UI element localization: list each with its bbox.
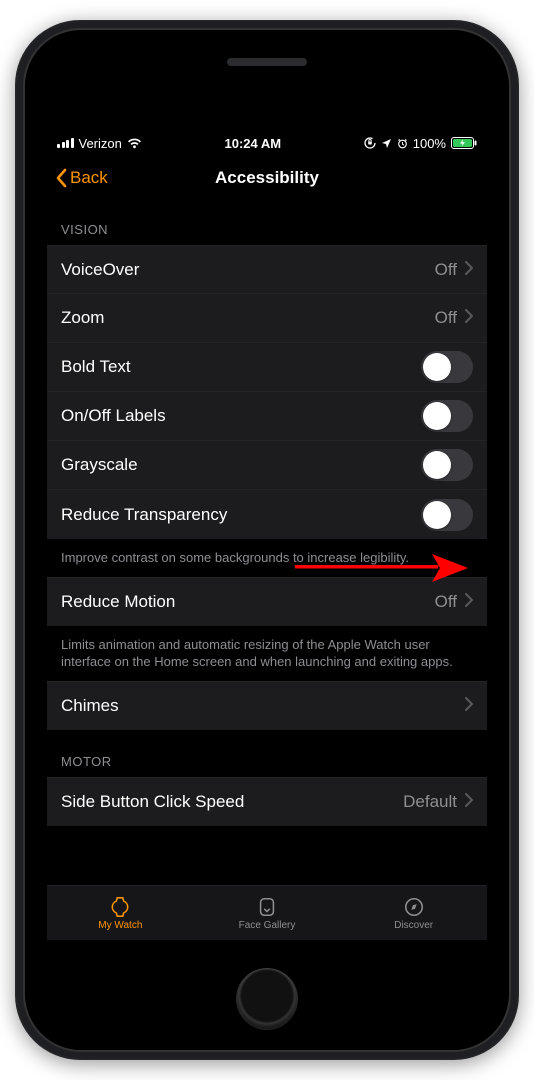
motion-footer: Limits animation and automatic resizing … [47, 628, 487, 681]
section-header-vision: VISION [47, 200, 487, 245]
row-label: VoiceOver [61, 260, 139, 280]
tab-label: My Watch [98, 920, 142, 931]
content-scrollview[interactable]: VISION VoiceOver Off Zoom [47, 200, 487, 885]
location-icon [381, 138, 392, 149]
watch-icon [108, 896, 132, 918]
face-gallery-icon [255, 896, 279, 918]
phone-body: Verizon 10:24 AM 100% [23, 28, 511, 1052]
row-label: Chimes [61, 696, 119, 716]
row-value: Off [435, 592, 457, 612]
vision-footer: Improve contrast on some backgrounds to … [47, 541, 487, 577]
chevron-right-icon [465, 696, 473, 716]
screen: Verizon 10:24 AM 100% [47, 130, 487, 940]
orientation-lock-icon [364, 137, 376, 149]
home-button[interactable] [236, 968, 298, 1030]
reduce-transparency-row: Reduce Transparency [47, 490, 487, 539]
voiceover-row[interactable]: VoiceOver Off [47, 245, 487, 294]
motor-group: Side Button Click Speed Default [47, 777, 487, 826]
chevron-left-icon [55, 168, 67, 188]
battery-icon [451, 137, 477, 149]
reduce-motion-row[interactable]: Reduce Motion Off [47, 577, 487, 626]
signal-icon [57, 138, 74, 148]
tab-label: Face Gallery [239, 920, 296, 931]
chevron-right-icon [465, 308, 473, 328]
onoff-labels-toggle[interactable] [421, 400, 473, 432]
page-title: Accessibility [215, 168, 319, 188]
row-label: Reduce Motion [61, 592, 175, 612]
side-button-row[interactable]: Side Button Click Speed Default [47, 777, 487, 826]
grayscale-toggle[interactable] [421, 449, 473, 481]
phone-speaker [227, 58, 307, 66]
tab-my-watch[interactable]: My Watch [47, 886, 194, 940]
status-bar: Verizon 10:24 AM 100% [47, 130, 487, 156]
reduce-transparency-toggle[interactable] [421, 499, 473, 531]
nav-bar: Back Accessibility [47, 156, 487, 200]
row-label: Grayscale [61, 455, 138, 475]
bold-text-row: Bold Text [47, 343, 487, 392]
tab-discover[interactable]: Discover [340, 886, 487, 940]
chimes-group: Chimes [47, 681, 487, 730]
row-label: Side Button Click Speed [61, 792, 244, 812]
carrier-label: Verizon [79, 136, 122, 151]
grayscale-row: Grayscale [47, 441, 487, 490]
onoff-labels-row: On/Off Labels [47, 392, 487, 441]
row-value: Off [435, 308, 457, 328]
row-label: On/Off Labels [61, 406, 166, 426]
phone-frame: Verizon 10:24 AM 100% [15, 20, 519, 1060]
row-value: Off [435, 260, 457, 280]
tab-bar: My Watch Face Gallery Discover [47, 885, 487, 940]
chimes-row[interactable]: Chimes [47, 681, 487, 730]
wifi-icon [127, 138, 142, 149]
back-button[interactable]: Back [55, 168, 108, 188]
row-label: Bold Text [61, 357, 131, 377]
alarm-icon [397, 138, 408, 149]
chevron-right-icon [465, 592, 473, 612]
row-label: Zoom [61, 308, 104, 328]
clock: 10:24 AM [225, 136, 282, 151]
back-label: Back [70, 168, 108, 188]
section-header-motor: MOTOR [47, 732, 487, 777]
row-value: Default [403, 792, 457, 812]
compass-icon [402, 896, 426, 918]
chevron-right-icon [465, 792, 473, 812]
zoom-row[interactable]: Zoom Off [47, 294, 487, 343]
row-label: Reduce Transparency [61, 505, 227, 525]
chevron-right-icon [465, 260, 473, 280]
vision-group: VoiceOver Off Zoom Off [47, 245, 487, 539]
bold-text-toggle[interactable] [421, 351, 473, 383]
tab-label: Discover [394, 920, 433, 931]
tab-face-gallery[interactable]: Face Gallery [194, 886, 341, 940]
battery-label: 100% [413, 136, 446, 151]
motion-group: Reduce Motion Off [47, 577, 487, 626]
